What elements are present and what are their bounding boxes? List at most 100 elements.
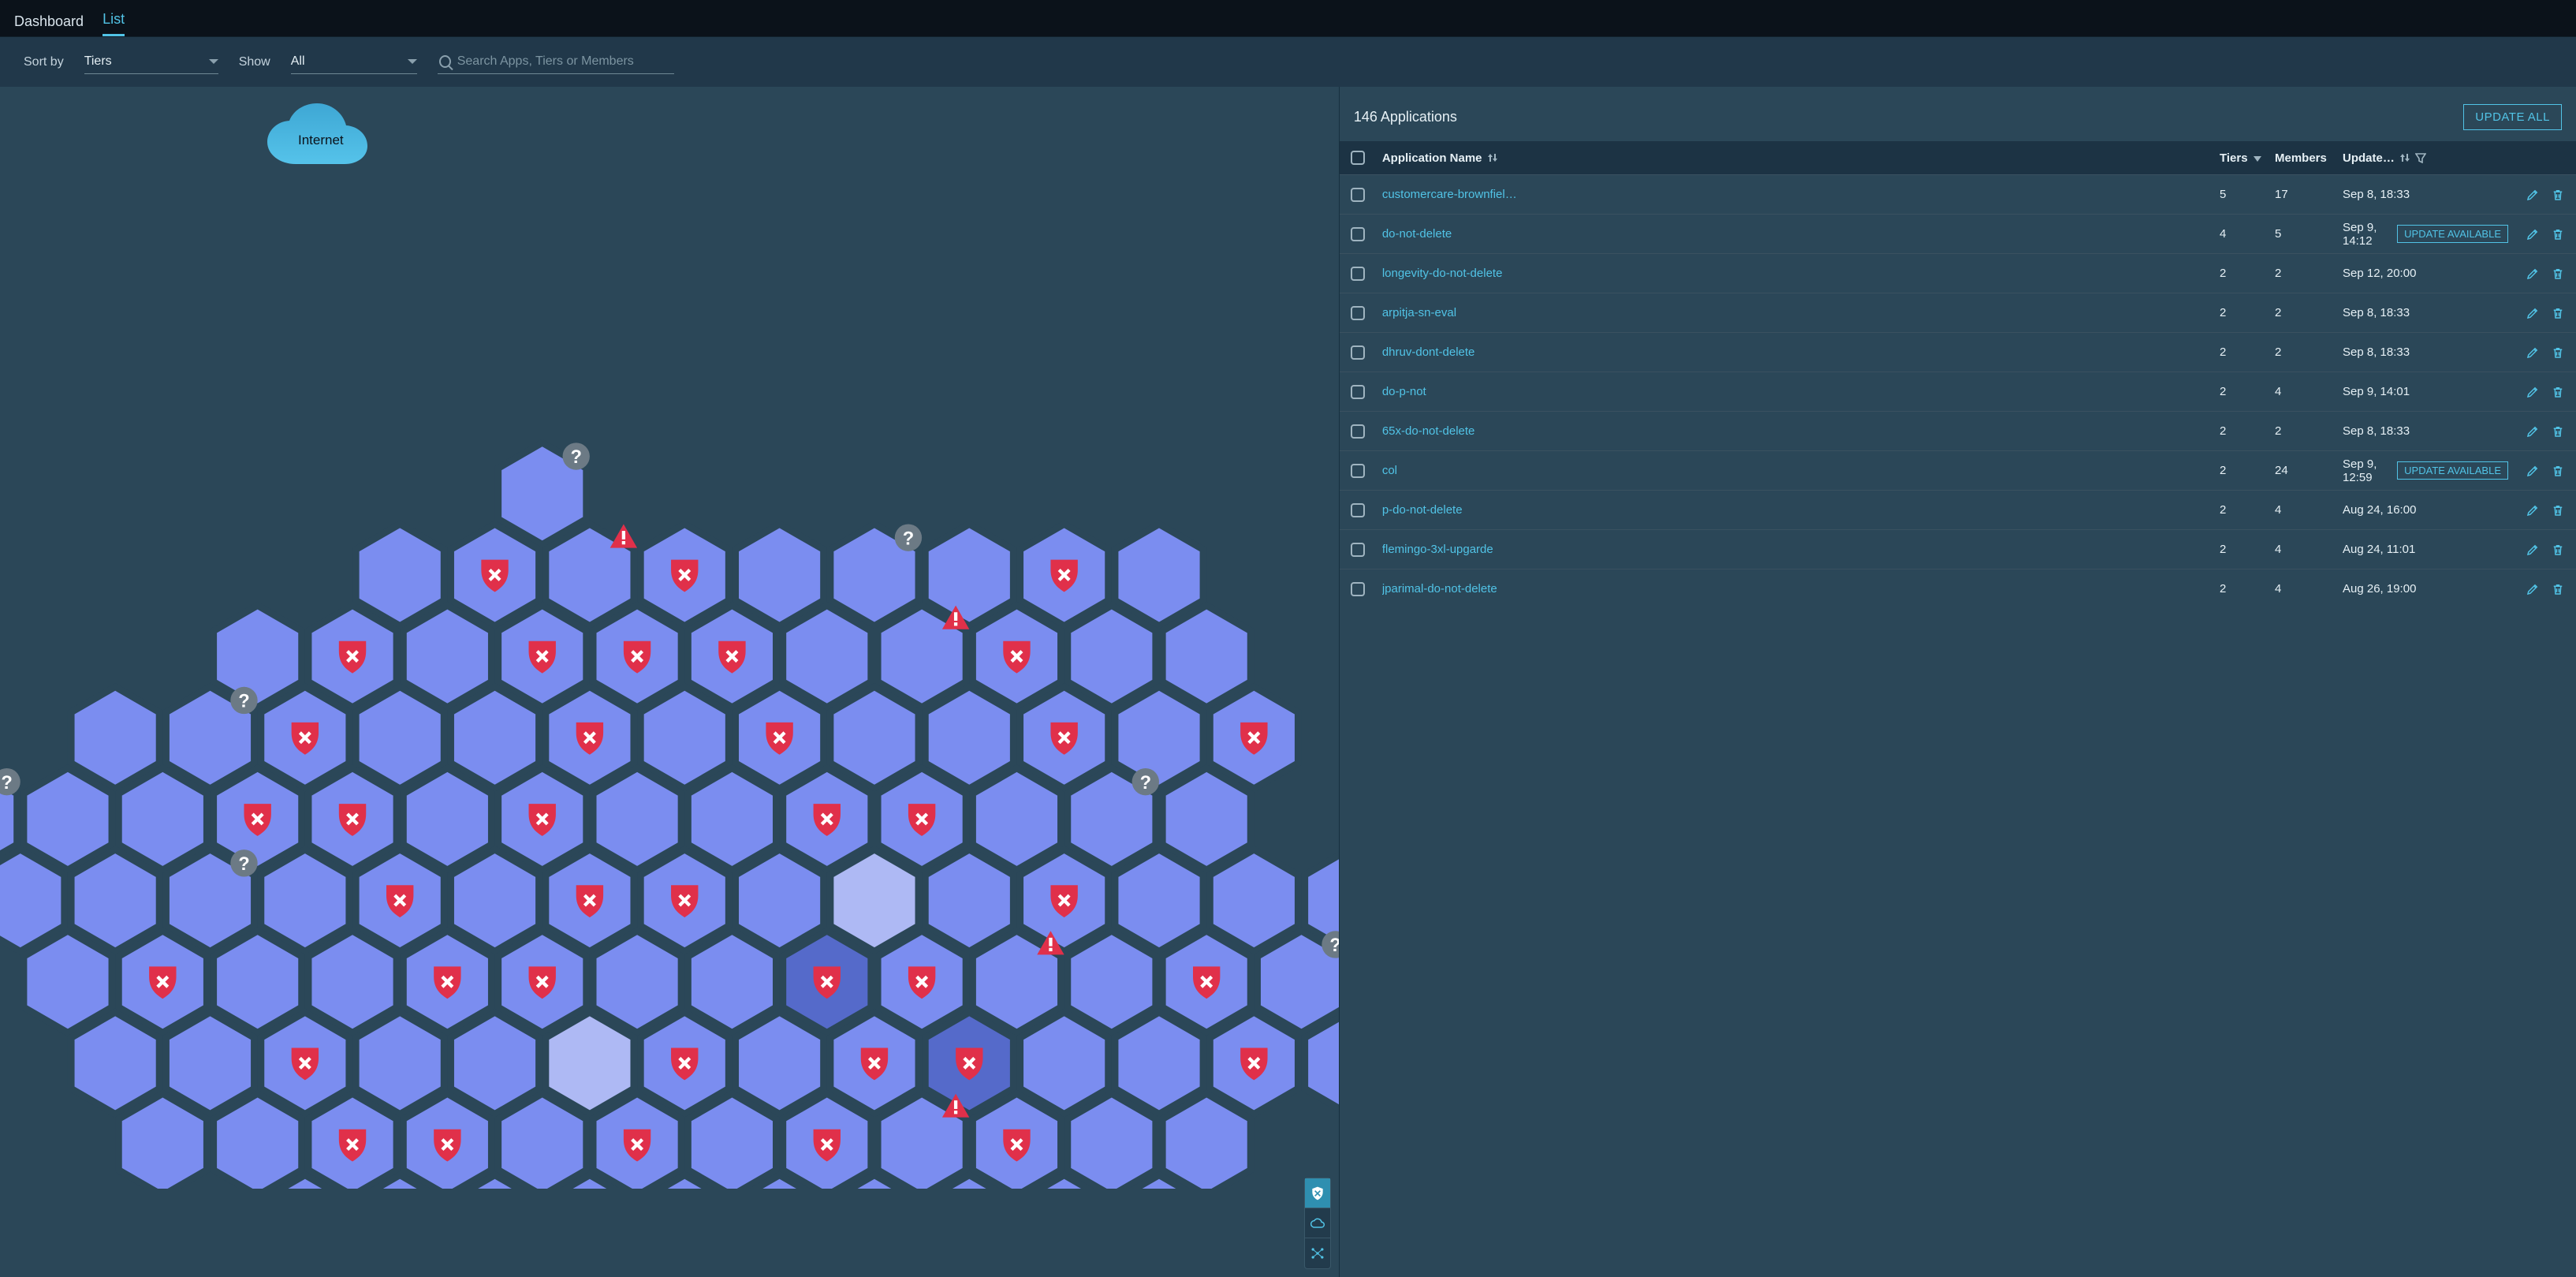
table-row: col224Sep 9, 12:59UPDATE AVAILABLE (1340, 450, 2576, 490)
edit-icon[interactable] (2526, 582, 2540, 596)
sort-by-select[interactable]: Tiers (84, 50, 218, 74)
cell-members: 4 (2275, 582, 2343, 596)
app-name-link[interactable]: jparimal-do-not-delete (1382, 582, 1497, 596)
edit-icon[interactable] (2526, 464, 2540, 478)
filter-bar: Sort by Tiers Show All (0, 36, 2576, 87)
cell-members: 4 (2275, 543, 2343, 556)
tab-list[interactable]: List (103, 3, 125, 36)
app-name-link[interactable]: 65x-do-not-delete (1382, 424, 1475, 438)
table-row: do-p-not24Sep 9, 14:01 (1340, 372, 2576, 411)
col-header-name[interactable]: Application Name (1382, 151, 2220, 165)
tool-graph[interactable] (1305, 1238, 1330, 1268)
delete-icon[interactable] (2551, 345, 2565, 360)
show-label: Show (239, 55, 270, 69)
table-row: customercare-brownfiel…517Sep 8, 18:33 (1340, 174, 2576, 214)
delete-icon[interactable] (2551, 543, 2565, 557)
tool-shield[interactable] (1305, 1178, 1330, 1208)
show-select[interactable]: All (291, 50, 417, 74)
cell-updated: Sep 9, 14:01 (2343, 385, 2508, 398)
tool-cloud[interactable] (1305, 1208, 1330, 1238)
app-name-link[interactable]: p-do-not-delete (1382, 503, 1463, 517)
cell-tiers: 2 (2220, 345, 2275, 359)
col-header-name-label: Application Name (1382, 151, 1482, 165)
tab-dashboard[interactable]: Dashboard (14, 6, 84, 36)
row-checkbox[interactable] (1351, 464, 1365, 478)
col-header-tiers[interactable]: Tiers (2220, 151, 2275, 165)
delete-icon[interactable] (2551, 424, 2565, 439)
row-checkbox[interactable] (1351, 306, 1365, 320)
row-checkbox[interactable] (1351, 543, 1365, 557)
table-body: customercare-brownfiel…517Sep 8, 18:33do… (1340, 174, 2576, 1277)
row-checkbox[interactable] (1351, 345, 1365, 360)
app-name-link[interactable]: do-not-delete (1382, 227, 1452, 241)
row-checkbox[interactable] (1351, 503, 1365, 517)
edit-icon[interactable] (2526, 503, 2540, 517)
topology-canvas[interactable]: Internet ? (0, 87, 1340, 1277)
row-checkbox[interactable] (1351, 188, 1365, 202)
table-row: p-do-not-delete 24Aug 24, 16:00 (1340, 490, 2576, 529)
edit-icon[interactable] (2526, 188, 2540, 202)
cell-tiers: 2 (2220, 582, 2275, 596)
update-available-badge: UPDATE AVAILABLE (2397, 461, 2508, 480)
sort-by-value: Tiers (84, 54, 112, 69)
delete-icon[interactable] (2551, 503, 2565, 517)
edit-icon[interactable] (2526, 385, 2540, 399)
cell-tiers: 4 (2220, 227, 2275, 241)
row-checkbox[interactable] (1351, 267, 1365, 281)
app-name-link[interactable]: do-p-not (1382, 385, 1426, 398)
col-header-members[interactable]: Members (2275, 151, 2343, 165)
delete-icon[interactable] (2551, 385, 2565, 399)
update-all-button[interactable]: UPDATE ALL (2463, 104, 2562, 130)
top-tabs: Dashboard List (0, 0, 2576, 36)
cell-tiers: 2 (2220, 424, 2275, 438)
app-name-link[interactable]: flemingo-3xl-upgarde (1382, 543, 1493, 556)
applications-count: 146 Applications (1354, 109, 1457, 125)
app-name-link[interactable]: col (1382, 464, 1397, 477)
sort-by-label: Sort by (24, 55, 64, 69)
cell-tiers: 5 (2220, 188, 2275, 201)
edit-icon[interactable] (2526, 543, 2540, 557)
cell-updated: Aug 26, 19:00 (2343, 582, 2508, 596)
cell-members: 24 (2275, 464, 2343, 477)
table-row: dhruv-dont-delete22Sep 8, 18:33 (1340, 332, 2576, 372)
delete-icon[interactable] (2551, 464, 2565, 478)
cell-updated: Sep 8, 18:33 (2343, 345, 2508, 359)
app-name-link[interactable]: arpitja-sn-eval (1382, 306, 1456, 319)
cell-updated: Aug 24, 11:01 (2343, 543, 2508, 556)
app-name-link[interactable]: dhruv-dont-delete (1382, 345, 1475, 359)
delete-icon[interactable] (2551, 188, 2565, 202)
chevron-down-icon (209, 59, 218, 64)
delete-icon[interactable] (2551, 582, 2565, 596)
show-value: All (291, 54, 305, 69)
search-input[interactable] (457, 54, 674, 69)
sort-icon (1487, 152, 1498, 163)
row-checkbox[interactable] (1351, 424, 1365, 439)
col-header-members-label: Members (2275, 151, 2327, 165)
table-row: do-not-delete45Sep 9, 14:12UPDATE AVAILA… (1340, 214, 2576, 253)
cell-members: 4 (2275, 503, 2343, 517)
chevron-down-icon (408, 59, 417, 64)
row-checkbox[interactable] (1351, 385, 1365, 399)
cell-updated: Aug 24, 16:00 (2343, 503, 2508, 517)
cell-tiers: 2 (2220, 464, 2275, 477)
edit-icon[interactable] (2526, 227, 2540, 241)
select-all-checkbox[interactable] (1351, 151, 1365, 165)
app-name-link[interactable]: customercare-brownfiel… (1382, 188, 1517, 201)
search-box[interactable] (438, 50, 674, 74)
filter-icon[interactable] (2415, 152, 2426, 163)
row-checkbox[interactable] (1351, 227, 1365, 241)
edit-icon[interactable] (2526, 267, 2540, 281)
row-checkbox[interactable] (1351, 582, 1365, 596)
cell-updated: Sep 12, 20:00 (2343, 267, 2508, 280)
edit-icon[interactable] (2526, 345, 2540, 360)
col-header-updated[interactable]: Update… (2343, 151, 2508, 165)
cell-members: 2 (2275, 306, 2343, 319)
applications-panel: 146 Applications UPDATE ALL Application … (1340, 87, 2576, 1277)
delete-icon[interactable] (2551, 267, 2565, 281)
edit-icon[interactable] (2526, 306, 2540, 320)
delete-icon[interactable] (2551, 227, 2565, 241)
edit-icon[interactable] (2526, 424, 2540, 439)
app-name-link[interactable]: longevity-do-not-delete (1382, 267, 1503, 280)
cell-tiers: 2 (2220, 503, 2275, 517)
delete-icon[interactable] (2551, 306, 2565, 320)
